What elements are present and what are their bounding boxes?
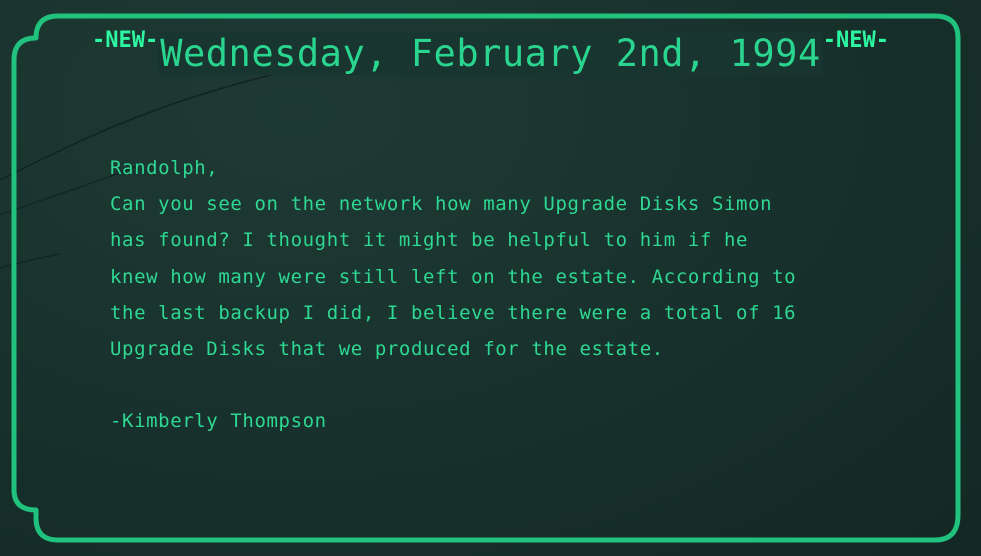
salutation: Randolph, <box>110 157 219 179</box>
message-line: has found? I thought it might be helpful… <box>110 229 749 252</box>
message-line: Can you see on the network how many Upgr… <box>110 193 773 216</box>
message-body: Randolph, Can you see on the network how… <box>110 150 890 440</box>
message-line: Upgrade Disks that we produced for the e… <box>110 338 664 361</box>
message-line: the last backup I did, I believe there w… <box>110 301 797 324</box>
signature: -Kimberly Thompson <box>110 410 327 433</box>
title-row: -NEW-Wednesday, February 2nd, 1994-NEW- <box>0 26 981 75</box>
date-title: Wednesday, February 2nd, 1994 <box>158 32 823 75</box>
new-badge-right: -NEW- <box>822 28 889 53</box>
message-line: knew how many were still left on the est… <box>110 265 797 288</box>
journal-screen: -NEW-Wednesday, February 2nd, 1994-NEW- … <box>0 0 981 556</box>
new-badge-left: -NEW- <box>92 28 159 53</box>
